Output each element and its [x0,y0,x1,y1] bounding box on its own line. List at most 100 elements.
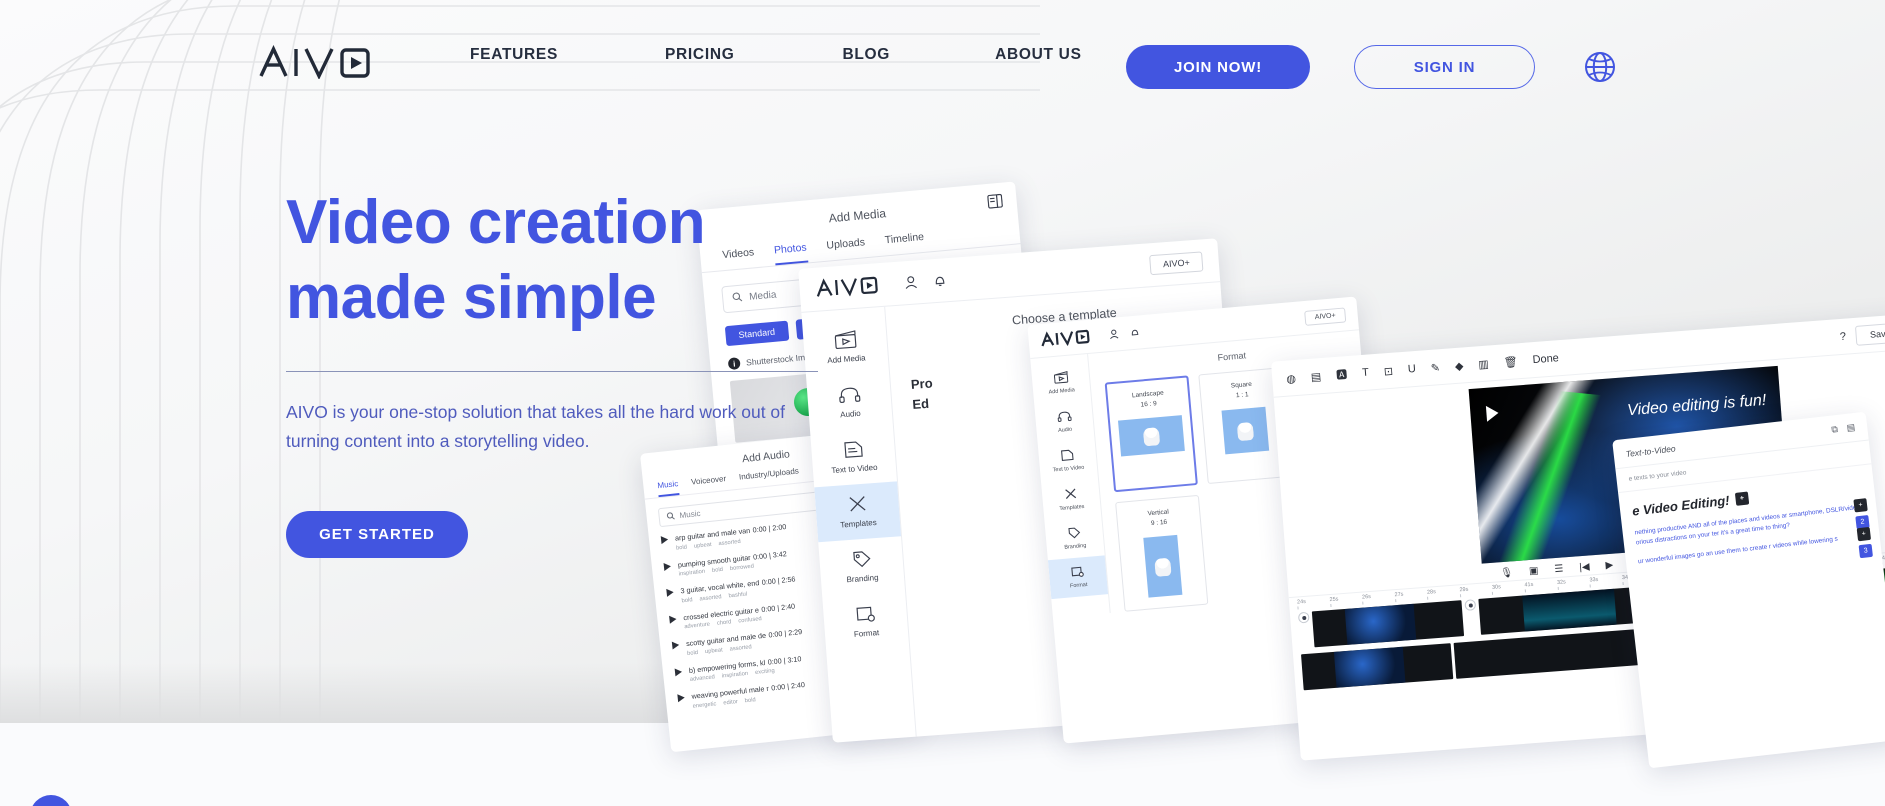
aivo-plus-badge[interactable]: AIVO+ [1304,306,1347,326]
nav-link-features[interactable]: FEATURES [470,46,558,64]
notification-bell-icon[interactable] [1129,326,1141,340]
tag: upbeat [704,646,723,655]
help-icon[interactable]: ? [1840,331,1847,343]
tag-icon [1067,526,1081,541]
underline-icon[interactable]: U [1407,363,1416,376]
image-icon[interactable]: ▤ [1310,370,1321,384]
sidebar-item-text-to-video[interactable]: Text to Video [1038,439,1098,483]
tag: bold [686,649,699,657]
format-option-landscape[interactable]: Landscape 16 : 9 [1104,375,1198,493]
tab-timeline[interactable]: Timeline [884,231,925,255]
page-title: Video creation made simple [286,185,846,335]
columns-icon[interactable]: ▥ [1478,357,1489,371]
track-time: 0:00 | 2:56 [761,574,796,587]
format-preview [1221,406,1270,455]
text-to-video-title: Text-to-Video [1625,442,1677,459]
headline-line-2: made simple [286,263,657,332]
add-scene-icon[interactable]: + [1734,491,1750,506]
text-icon[interactable]: T [1362,367,1370,379]
user-avatar-icon[interactable] [903,274,919,292]
tag: bold [681,596,693,604]
tag: adventure [684,621,711,631]
add-scene-icon[interactable]: + [1856,526,1872,542]
sidebar-item-branding[interactable]: Branding [1044,516,1104,560]
track-time: 0:00 | 2:40 [760,601,796,614]
nav-link-pricing[interactable]: PRICING [665,46,735,64]
aivo-logo[interactable] [1040,327,1099,350]
microphone-icon[interactable]: 🎙 [1500,567,1513,579]
sidebar-item-label: Branding [1064,542,1087,551]
clip-thumbnail [1522,588,1617,632]
scene-number-badge[interactable]: 3 [1858,543,1873,559]
play-icon[interactable] [666,588,675,597]
landing-page: FEATURES PRICING BLOG ABOUT US JOIN NOW!… [0,0,1885,806]
droplet-icon[interactable]: ◆ [1454,359,1464,373]
copy-icon[interactable]: ⧉ [1831,424,1839,436]
play-button[interactable]: ▶ [1605,560,1614,572]
sidebar-item-label: Templates [1059,503,1085,513]
done-label[interactable]: Done [1532,352,1559,366]
sidebar-item-label: Add Media [1048,387,1076,396]
tag: bold [744,696,756,704]
astronaut-illustration [1236,421,1255,442]
clip-handle[interactable] [1297,611,1310,624]
layout-icon[interactable]: ▤ [1846,422,1856,434]
text-style-icon[interactable]: 🅰 [1336,366,1348,383]
save-group: ? Save 00:57:00 [1839,318,1885,347]
format-option-ratio: 16 : 9 [1140,400,1158,409]
nav-link-about-us[interactable]: ABOUT US [995,46,1082,64]
video-caption: Video editing is fun! [1626,391,1767,420]
format-option-vertical[interactable]: Vertical 9 : 16 [1115,494,1209,612]
sidebar-item-format[interactable]: Format [1047,555,1109,600]
user-avatar-icon[interactable] [1108,328,1120,342]
play-icon[interactable] [674,667,683,676]
text-box-icon[interactable]: ⊡ [1383,364,1393,378]
sidebar-item-templates[interactable]: Templates [1041,478,1101,522]
track-time: 0:00 | 2:40 [770,679,806,693]
track-time: 0:00 | 3:10 [767,653,802,667]
sidebar-item-audio[interactable]: Audio [1034,400,1094,444]
hero-text-block: Video creation made simple AIVO is your … [286,185,846,558]
sidebar-item-add-media[interactable]: Add Media [1031,361,1091,405]
pen-icon[interactable]: ✎ [1430,361,1440,375]
navbar: FEATURES PRICING BLOG ABOUT US JOIN NOW!… [0,0,1885,110]
tag: bold [711,566,724,574]
timeline-clip[interactable] [1301,643,1454,691]
play-icon[interactable] [663,561,672,571]
sign-in-button[interactable]: SIGN IN [1354,45,1535,89]
play-icon[interactable] [669,614,677,624]
app-screenshot-collage: Add Media Videos Photos Uploads Timeline [640,181,1885,769]
add-media-icon[interactable]: ▣ [1529,565,1539,577]
play-icon[interactable] [1485,404,1500,422]
hero-subtitle: AIVO is your one-stop solution that take… [286,402,786,451]
header-icons: ⧉ ▤ [1831,422,1856,436]
scissors-icon [1064,487,1078,502]
format-preview [1117,415,1185,457]
track-time: 0:00 | 2:29 [767,626,803,640]
clip-handle[interactable] [1464,599,1477,611]
clip-thumbnail [1333,646,1406,688]
notification-bell-icon[interactable] [932,272,948,290]
astronaut-illustration [1142,426,1161,447]
aivo-plus-badge[interactable]: AIVO+ [1149,251,1204,276]
sidebar-item-format[interactable]: Format [822,591,909,652]
tag: energetic [692,700,717,710]
color-wheel-icon[interactable]: ◍ [1286,372,1296,386]
get-started-button[interactable]: GET STARTED [286,511,468,558]
text-to-video-panel[interactable]: Text-to-Video ⧉ ▤ e texts to your video … [1612,411,1885,769]
sidebar-item-label: Format [853,628,880,639]
play-icon[interactable] [671,640,680,650]
add-scene-icon[interactable]: + [1853,498,1868,513]
aivo-logo[interactable] [258,45,392,79]
play-icon[interactable] [677,693,686,703]
join-now-button[interactable]: JOIN NOW! [1126,45,1310,89]
nav-link-blog[interactable]: BLOG [842,46,890,64]
scissors-icon [846,495,867,516]
save-button[interactable]: Save [1855,322,1885,346]
trash-icon[interactable]: 🗑 [1503,355,1518,369]
skip-back-icon[interactable]: |◀ [1579,562,1590,574]
menu-icon[interactable]: ☰ [1554,563,1564,575]
globe-icon[interactable] [1583,50,1617,84]
tag: inspiration [721,670,749,680]
panel-layout-icon[interactable] [987,193,1003,209]
